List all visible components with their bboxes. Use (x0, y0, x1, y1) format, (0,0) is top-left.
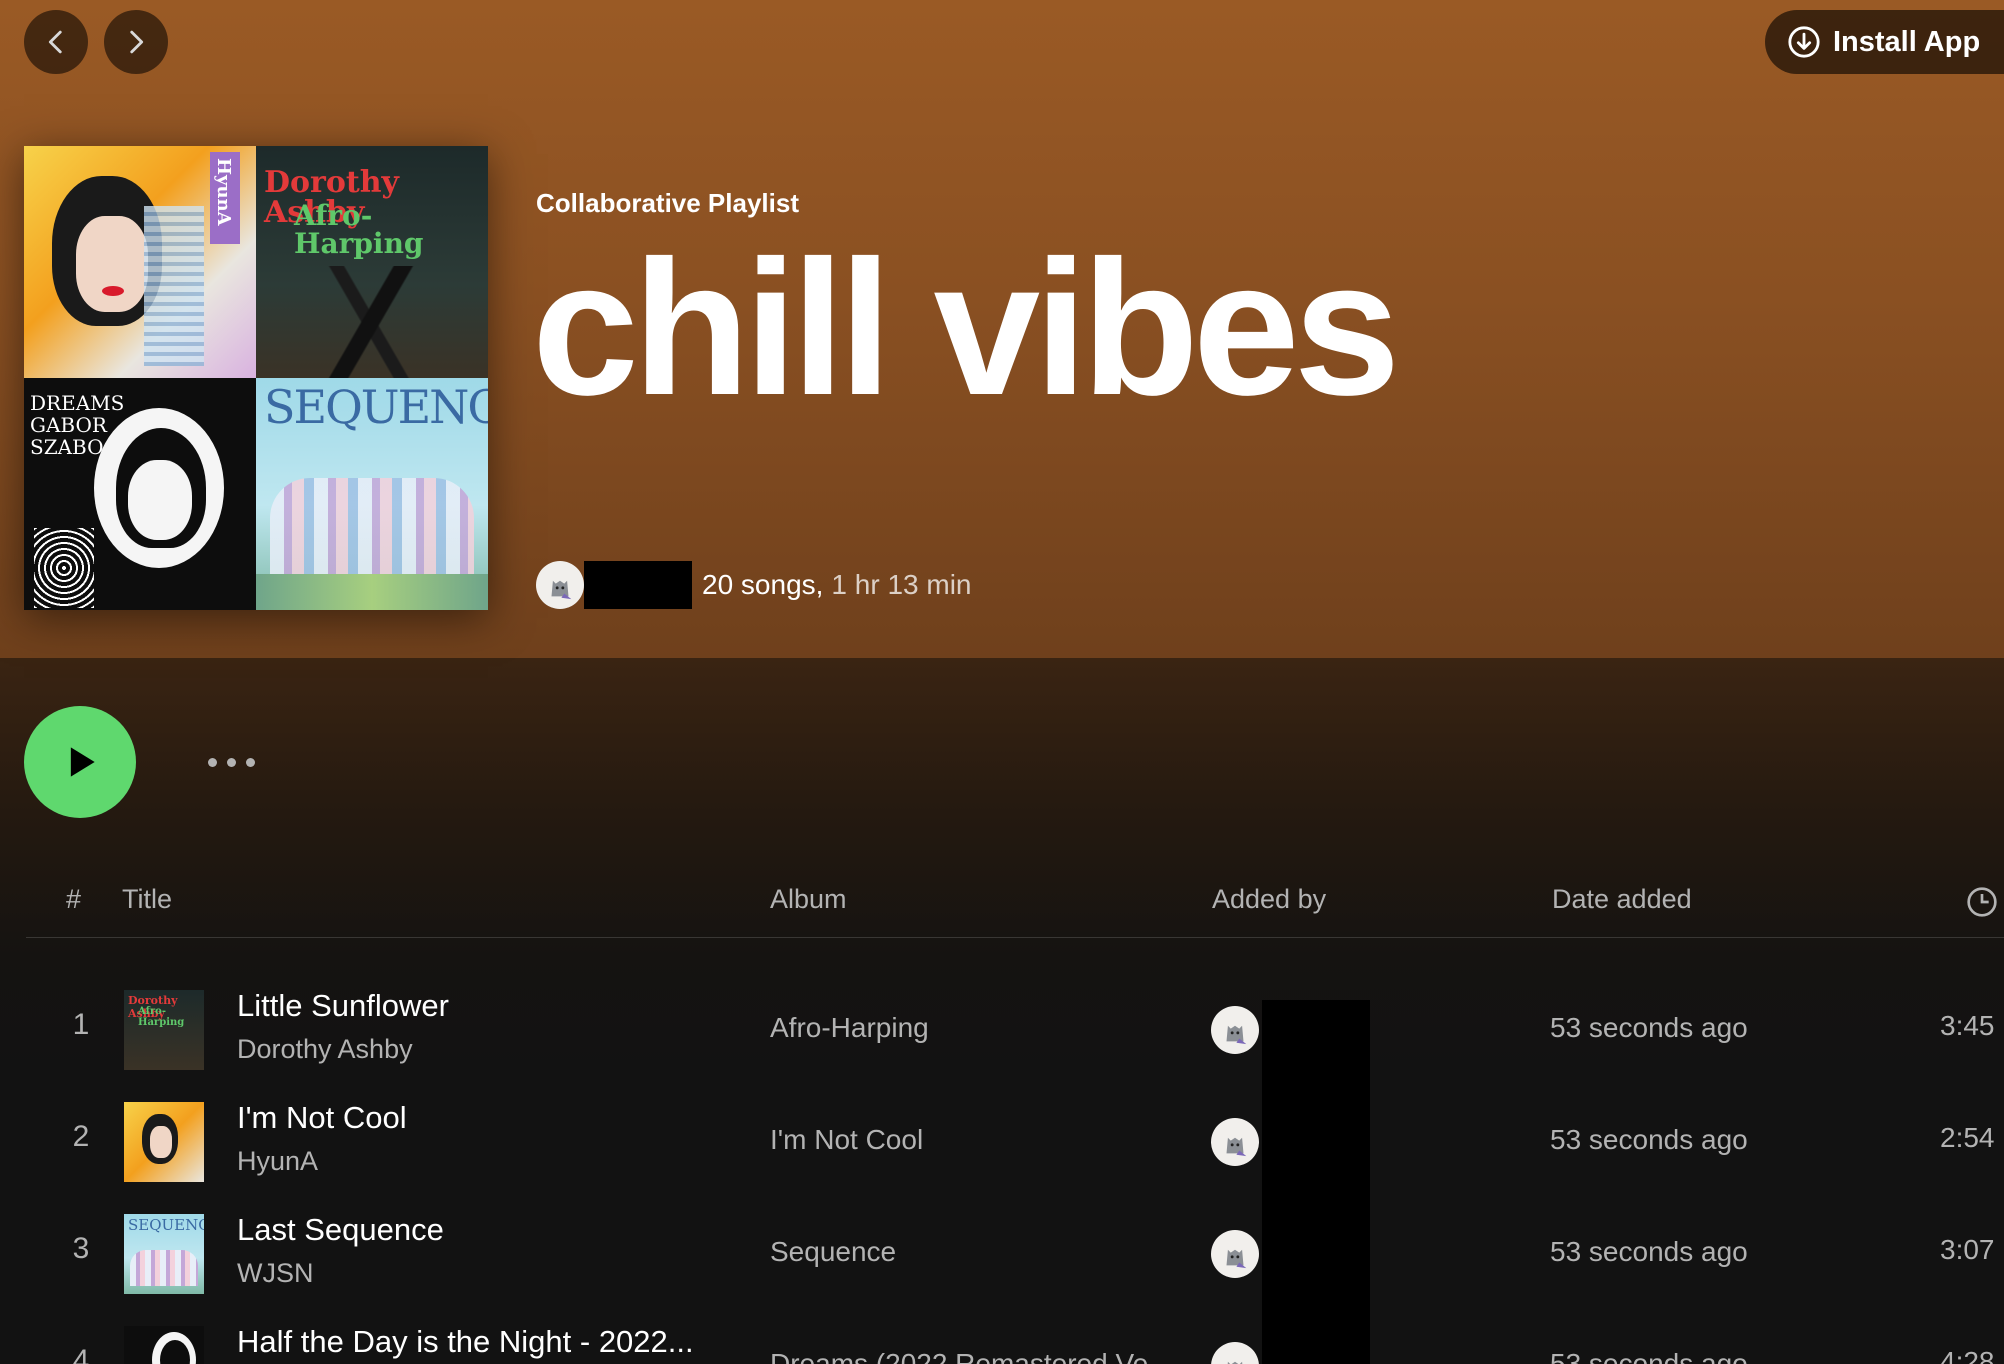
dot-icon (208, 758, 217, 767)
more-options-button[interactable] (204, 748, 259, 777)
cat-avatar-icon (551, 580, 572, 600)
dot-icon (246, 758, 255, 767)
playlist-title: chill vibes (532, 220, 1400, 435)
back-button[interactable] (24, 10, 88, 74)
track-date-added: 53 seconds ago (1550, 1348, 1748, 1364)
owner-name-redacted (584, 561, 692, 609)
clock-icon[interactable] (1966, 886, 1998, 918)
table-row[interactable]: 4 Half the Day is the Night - 2022... Dr… (26, 1310, 2004, 1364)
playlist-meta: 20 songs, 1 hr 13 min (536, 561, 972, 609)
track-number: 2 (72, 1120, 90, 1153)
play-button[interactable] (24, 706, 136, 818)
track-album[interactable]: Sequence (770, 1236, 896, 1268)
track-title[interactable]: Last Sequence (237, 1212, 444, 1248)
track-title[interactable]: I'm Not Cool (237, 1100, 407, 1136)
track-title[interactable]: Little Sunflower (237, 988, 449, 1024)
cover-tile-wjsn: SEQUENCE (256, 378, 488, 610)
track-album[interactable]: Dreams (2022 Remastered Ve... (770, 1348, 1172, 1364)
cover-tile-text: DREAMS GABOR SZABO (30, 391, 125, 459)
table-row[interactable]: 1 Dorothy Ashby Afro-Harping Little Sunfl… (26, 974, 2004, 1086)
track-duration: 2:54 (1940, 1122, 1995, 1153)
track-album[interactable]: I'm Not Cool (770, 1124, 923, 1156)
table-row[interactable]: 3 SEQUENCE Last Sequence WJSN Sequence 5… (26, 1198, 2004, 1310)
forward-button[interactable] (104, 10, 168, 74)
header-title[interactable]: Title (122, 884, 172, 915)
added-by-avatar[interactable] (1211, 1118, 1259, 1166)
tracklist-header: # Title Album Added by Date added (26, 880, 2004, 938)
cover-tile-text: SEQUENCE (264, 380, 488, 434)
chevron-left-icon (48, 30, 62, 54)
track-title[interactable]: Half the Day is the Night - 2022... (237, 1324, 694, 1360)
table-row[interactable]: 2 I'm Not Cool HyunA I'm Not Cool 53 sec… (26, 1086, 2004, 1198)
playlist-duration: 1 hr 13 min (831, 569, 972, 600)
added-by-names-redacted (1262, 1000, 1370, 1364)
track-date-added: 53 seconds ago (1550, 1236, 1748, 1267)
cat-avatar-icon (1226, 1025, 1247, 1045)
track-thumbnail (124, 1326, 204, 1364)
track-thumbnail: SEQUENCE (124, 1214, 204, 1294)
cat-avatar-icon (1226, 1249, 1247, 1269)
track-artist[interactable]: WJSN (237, 1258, 314, 1289)
cover-tile-gabor-szabo: DREAMS GABOR SZABO (24, 378, 256, 610)
track-thumbnail (124, 1102, 204, 1182)
cover-tile-text: HyunA (213, 158, 234, 226)
track-thumbnail: Dorothy Ashby Afro-Harping (124, 990, 204, 1070)
added-by-avatar[interactable] (1211, 1342, 1259, 1364)
install-app-button[interactable]: Install App (1765, 10, 2004, 74)
chevron-right-icon (130, 30, 144, 54)
dot-icon (227, 758, 236, 767)
owner-avatar[interactable] (536, 561, 584, 609)
track-number: 3 (72, 1232, 90, 1265)
track-date-added: 53 seconds ago (1550, 1012, 1748, 1043)
download-circle-icon (1788, 26, 1820, 58)
track-number: 4 (72, 1344, 90, 1364)
header-date-added[interactable]: Date added (1552, 884, 1692, 915)
added-by-avatar[interactable] (1211, 1006, 1259, 1054)
play-icon (70, 747, 95, 777)
playlist-cover[interactable]: HyunA Dorothy Ashby Afro-Harping DREAMS … (24, 146, 488, 610)
header-num: # (66, 884, 82, 914)
track-artist[interactable]: Dorothy Ashby (237, 1034, 413, 1065)
added-by-avatar[interactable] (1211, 1230, 1259, 1278)
track-duration: 3:07 (1940, 1234, 1995, 1265)
track-duration: 3:45 (1940, 1010, 1995, 1041)
track-album[interactable]: Afro-Harping (770, 1012, 929, 1044)
track-number: 1 (72, 1008, 90, 1041)
track-artist[interactable]: HyunA (237, 1146, 318, 1177)
song-count: 20 songs, (702, 569, 824, 600)
cover-tile-dorothy-ashby: Dorothy Ashby Afro-Harping (256, 146, 488, 378)
header-added-by[interactable]: Added by (1212, 884, 1326, 915)
playlist-type: Collaborative Playlist (536, 188, 799, 218)
header-album[interactable]: Album (770, 884, 847, 915)
track-duration: 4:28 (1940, 1346, 1995, 1364)
track-date-added: 53 seconds ago (1550, 1124, 1748, 1155)
cat-avatar-icon (1226, 1137, 1247, 1157)
install-app-label: Install App (1833, 25, 1981, 58)
cover-tile-hyuna: HyunA (24, 146, 256, 378)
cat-avatar-icon (1227, 1361, 1243, 1364)
